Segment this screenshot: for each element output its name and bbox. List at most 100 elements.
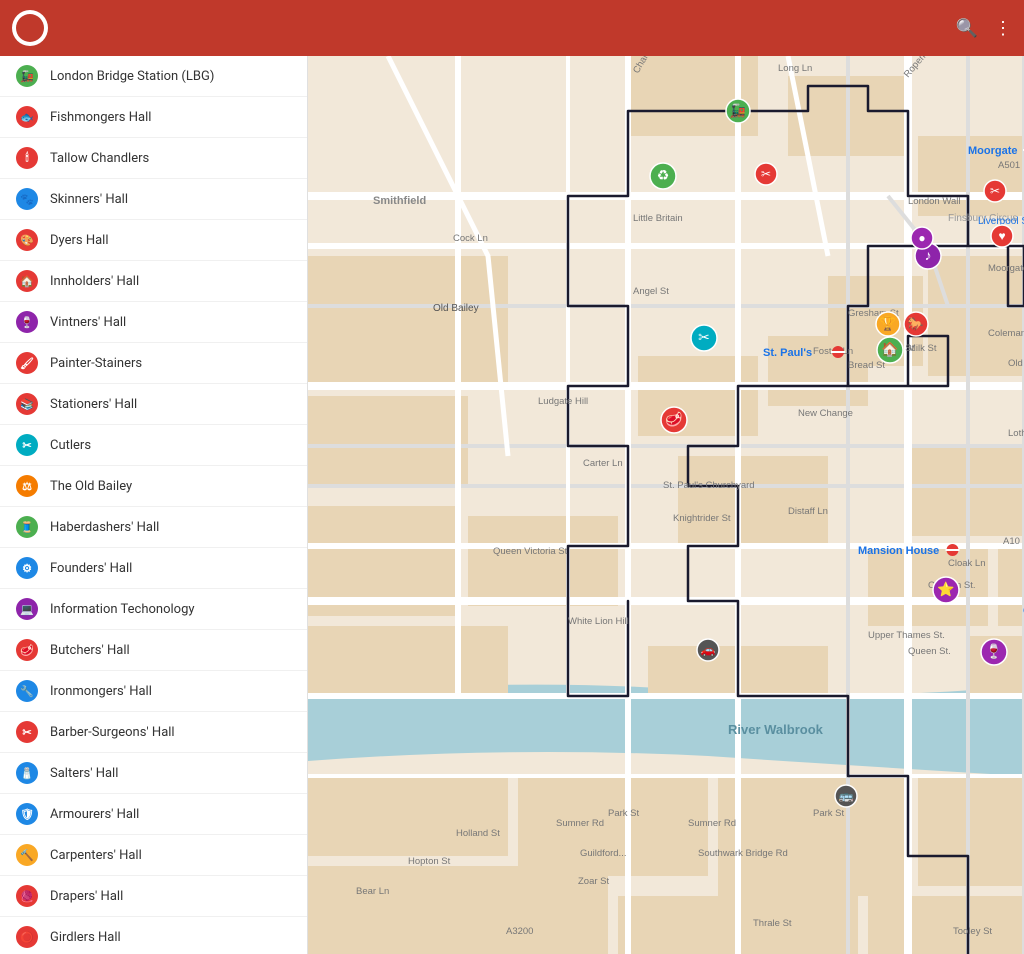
item-icon: 🐟 bbox=[16, 106, 38, 128]
svg-text:Sumner Rd: Sumner Rd bbox=[556, 818, 604, 829]
svg-text:♪: ♪ bbox=[925, 247, 932, 263]
item-icon: 🔧 bbox=[16, 680, 38, 702]
svg-text:A3200: A3200 bbox=[506, 926, 533, 937]
svg-text:Ludgate Hill: Ludgate Hill bbox=[538, 396, 588, 407]
svg-text:🚌: 🚌 bbox=[839, 789, 854, 803]
more-options-icon[interactable]: ⋮ bbox=[994, 18, 1012, 39]
item-label: Drapers' Hall bbox=[50, 889, 123, 904]
item-icon: 🔨 bbox=[16, 844, 38, 866]
svg-text:Smithfield: Smithfield bbox=[373, 195, 426, 207]
sidebar-item[interactable]: 🛡Armourers' Hall bbox=[0, 794, 307, 835]
map-area[interactable]: River WalbrookCharterhouse StLong LnRope… bbox=[308, 56, 1024, 954]
item-label: The Old Bailey bbox=[50, 479, 132, 494]
item-label: Stationers' Hall bbox=[50, 397, 137, 412]
sidebar-item[interactable]: ✂Barber-Surgeons' Hall bbox=[0, 712, 307, 753]
svg-text:Moorgate: Moorgate bbox=[988, 263, 1024, 274]
sidebar-item[interactable]: 🧵 Haberdashers' Hall bbox=[0, 507, 307, 548]
svg-text:Thrale St: Thrale St bbox=[753, 918, 792, 929]
svg-text:🥩: 🥩 bbox=[665, 411, 682, 428]
sidebar-item[interactable]: ✂Cutlers bbox=[0, 425, 307, 466]
search-icon[interactable]: 🔍 bbox=[956, 18, 978, 39]
item-label: Information Techonology bbox=[50, 602, 195, 617]
svg-text:Cock Ln: Cock Ln bbox=[453, 233, 488, 244]
app-header: 🔍 ⋮ bbox=[0, 0, 1024, 56]
item-label: Skinners' Hall bbox=[50, 192, 128, 207]
sidebar-item[interactable]: 🐟Fishmongers Hall bbox=[0, 97, 307, 138]
sidebar-item[interactable]: 🎨 Dyers Hall bbox=[0, 220, 307, 261]
item-icon: 🍷 bbox=[16, 311, 38, 333]
svg-text:Southwark Bridge Rd: Southwark Bridge Rd bbox=[698, 848, 788, 859]
item-icon: 🎨 bbox=[16, 229, 38, 251]
sidebar-item[interactable]: 🧶 Drapers' Hall bbox=[0, 876, 307, 917]
item-icon: 🖌 bbox=[16, 352, 38, 374]
svg-text:Coleman St: Coleman St bbox=[988, 328, 1024, 339]
svg-text:Long Ln: Long Ln bbox=[778, 63, 812, 74]
item-label: Painter-Stainers bbox=[50, 356, 142, 371]
sidebar-item[interactable]: 🚂 London Bridge Station (LBG) bbox=[0, 56, 307, 97]
sidebar: 🚂 London Bridge Station (LBG) 🐟Fishmongers… bbox=[0, 56, 308, 954]
svg-text:A10: A10 bbox=[1003, 536, 1020, 547]
svg-text:🍷: 🍷 bbox=[985, 643, 1002, 660]
item-label: Founders' Hall bbox=[50, 561, 132, 576]
item-icon: 🧵 bbox=[16, 516, 38, 538]
item-icon: 🧂 bbox=[16, 762, 38, 784]
item-icon: 💻 bbox=[16, 598, 38, 620]
sidebar-item[interactable]: 💻 Information Techonology bbox=[0, 589, 307, 630]
item-label: Butchers' Hall bbox=[50, 643, 130, 658]
svg-text:Mansion House: Mansion House bbox=[858, 545, 939, 557]
svg-text:Cloak Ln: Cloak Ln bbox=[948, 558, 986, 569]
item-label: Innholders' Hall bbox=[50, 274, 139, 289]
svg-text:⭐: ⭐ bbox=[937, 581, 954, 597]
svg-text:Park St: Park St bbox=[608, 808, 640, 819]
sidebar-item[interactable]: ⭕Girdlers Hall bbox=[0, 917, 307, 954]
svg-text:Distaff Ln: Distaff Ln bbox=[788, 506, 828, 517]
svg-text:Bear Ln: Bear Ln bbox=[356, 886, 389, 897]
app-logo bbox=[12, 10, 48, 46]
item-label: London Bridge Station (LBG) bbox=[50, 69, 214, 84]
item-icon: 📚 bbox=[16, 393, 38, 415]
item-icon: ⚙ bbox=[16, 557, 38, 579]
item-icon: 🥩 bbox=[16, 639, 38, 661]
item-label: Vintners' Hall bbox=[50, 315, 126, 330]
svg-text:Zoar St: Zoar St bbox=[578, 876, 610, 887]
sidebar-item[interactable]: 🔨Carpenters' Hall bbox=[0, 835, 307, 876]
sidebar-item[interactable]: 🧂 Salters' Hall bbox=[0, 753, 307, 794]
svg-text:✂: ✂ bbox=[698, 329, 710, 345]
sidebar-item[interactable]: 🥩 Butchers' Hall bbox=[0, 630, 307, 671]
item-icon: 🚂 bbox=[16, 65, 38, 87]
svg-text:🏠: 🏠 bbox=[881, 341, 898, 358]
item-icon: 🧶 bbox=[16, 885, 38, 907]
svg-text:New Change: New Change bbox=[798, 408, 853, 419]
sidebar-item[interactable]: ⚖The Old Bailey bbox=[0, 466, 307, 507]
main-content: 🚂 London Bridge Station (LBG) 🐟Fishmongers… bbox=[0, 56, 1024, 954]
svg-text:✂: ✂ bbox=[990, 184, 1000, 198]
item-label: Haberdashers' Hall bbox=[50, 520, 159, 535]
svg-text:Sumner Rd: Sumner Rd bbox=[688, 818, 736, 829]
svg-text:♻: ♻ bbox=[657, 167, 670, 183]
item-icon: 🛡 bbox=[16, 803, 38, 825]
svg-text:🏆: 🏆 bbox=[880, 316, 896, 331]
sidebar-item[interactable]: 🐾Skinners' Hall bbox=[0, 179, 307, 220]
sidebar-item[interactable]: 📚 Stationers' Hall bbox=[0, 384, 307, 425]
svg-text:●: ● bbox=[918, 231, 925, 245]
item-label: Ironmongers' Hall bbox=[50, 684, 152, 699]
svg-text:London Wall: London Wall bbox=[908, 196, 960, 207]
item-icon: ✂ bbox=[16, 721, 38, 743]
svg-text:A501: A501 bbox=[998, 160, 1020, 171]
svg-text:Milk St: Milk St bbox=[908, 343, 937, 354]
svg-text:River Walbrook: River Walbrook bbox=[728, 722, 824, 737]
sidebar-item[interactable]: 🏠Innholders' Hall bbox=[0, 261, 307, 302]
svg-text:✂: ✂ bbox=[761, 167, 771, 181]
svg-text:Park St: Park St bbox=[813, 808, 845, 819]
item-label: Salters' Hall bbox=[50, 766, 118, 781]
svg-text:Angel St: Angel St bbox=[633, 286, 669, 297]
sidebar-item[interactable]: 🔧 Ironmongers' Hall bbox=[0, 671, 307, 712]
sidebar-item[interactable]: ⚙ Founders' Hall bbox=[0, 548, 307, 589]
sidebar-item[interactable]: 🍷 Vintners' Hall bbox=[0, 302, 307, 343]
svg-text:Moorgate: Moorgate bbox=[968, 145, 1018, 157]
item-label: Dyers Hall bbox=[50, 233, 109, 248]
sidebar-item[interactable]: 🖌 Painter-Stainers bbox=[0, 343, 307, 384]
sidebar-item[interactable]: 🕯Tallow Chandlers bbox=[0, 138, 307, 179]
svg-text:Old Bailey: Old Bailey bbox=[433, 303, 479, 314]
svg-text:St. Paul's Churchyard: St. Paul's Churchyard bbox=[663, 480, 755, 491]
